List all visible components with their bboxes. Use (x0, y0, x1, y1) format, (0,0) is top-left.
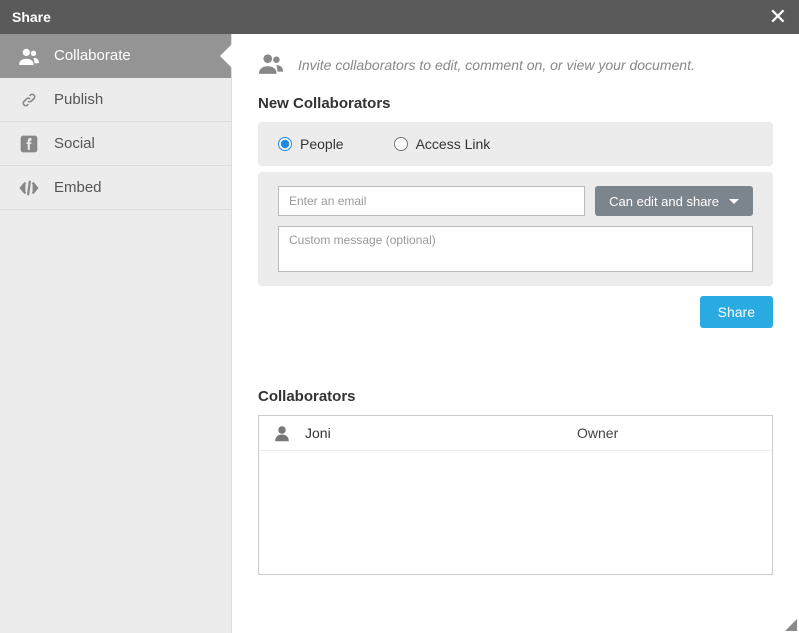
radio-people-input[interactable] (278, 137, 292, 151)
sidebar-item-collaborate[interactable]: Collaborate (0, 34, 231, 78)
radio-access-link-input[interactable] (394, 137, 408, 151)
collaborator-name: Joni (297, 425, 577, 441)
share-mode-panel: People Access Link (258, 122, 773, 166)
sidebar: Collaborate Publish Social Embed (0, 34, 232, 633)
sidebar-item-social[interactable]: Social (0, 122, 231, 166)
dialog-title: Share (12, 9, 51, 25)
radio-people-label: People (300, 136, 344, 152)
intro-row: Invite collaborators to edit, comment on… (258, 52, 773, 77)
collaborator-row: Joni Owner (259, 416, 772, 451)
new-collaborators-heading: New Collaborators (258, 95, 773, 112)
sidebar-item-label: Embed (54, 179, 102, 196)
chevron-down-icon (729, 199, 739, 204)
close-icon[interactable]: ✕ (769, 6, 787, 28)
invite-panel: Can edit and share (258, 172, 773, 286)
sidebar-item-label: Collaborate (54, 47, 131, 64)
user-icon (273, 424, 297, 442)
sidebar-item-embed[interactable]: Embed (0, 166, 231, 210)
permission-label: Can edit and share (609, 194, 719, 209)
intro-text: Invite collaborators to edit, comment on… (298, 57, 695, 73)
custom-message-input[interactable] (278, 226, 753, 272)
permission-dropdown[interactable]: Can edit and share (595, 186, 753, 216)
share-button[interactable]: Share (700, 296, 773, 328)
sidebar-item-label: Social (54, 135, 95, 152)
main-content: Invite collaborators to edit, comment on… (232, 34, 799, 633)
resize-grip-icon[interactable] (785, 619, 797, 631)
code-icon (18, 179, 40, 197)
radio-people[interactable]: People (278, 136, 344, 152)
facebook-icon (18, 134, 40, 154)
link-icon (18, 90, 40, 110)
sidebar-item-label: Publish (54, 91, 103, 108)
radio-access-link[interactable]: Access Link (394, 136, 491, 152)
sidebar-item-publish[interactable]: Publish (0, 78, 231, 122)
collaborators-list: Joni Owner (258, 415, 773, 575)
people-icon (258, 52, 284, 77)
collaborator-role: Owner (577, 425, 618, 441)
collaborators-heading: Collaborators (258, 388, 773, 405)
titlebar: Share ✕ (0, 0, 799, 34)
people-icon (18, 47, 40, 65)
email-input[interactable] (278, 186, 585, 216)
radio-access-link-label: Access Link (416, 136, 491, 152)
